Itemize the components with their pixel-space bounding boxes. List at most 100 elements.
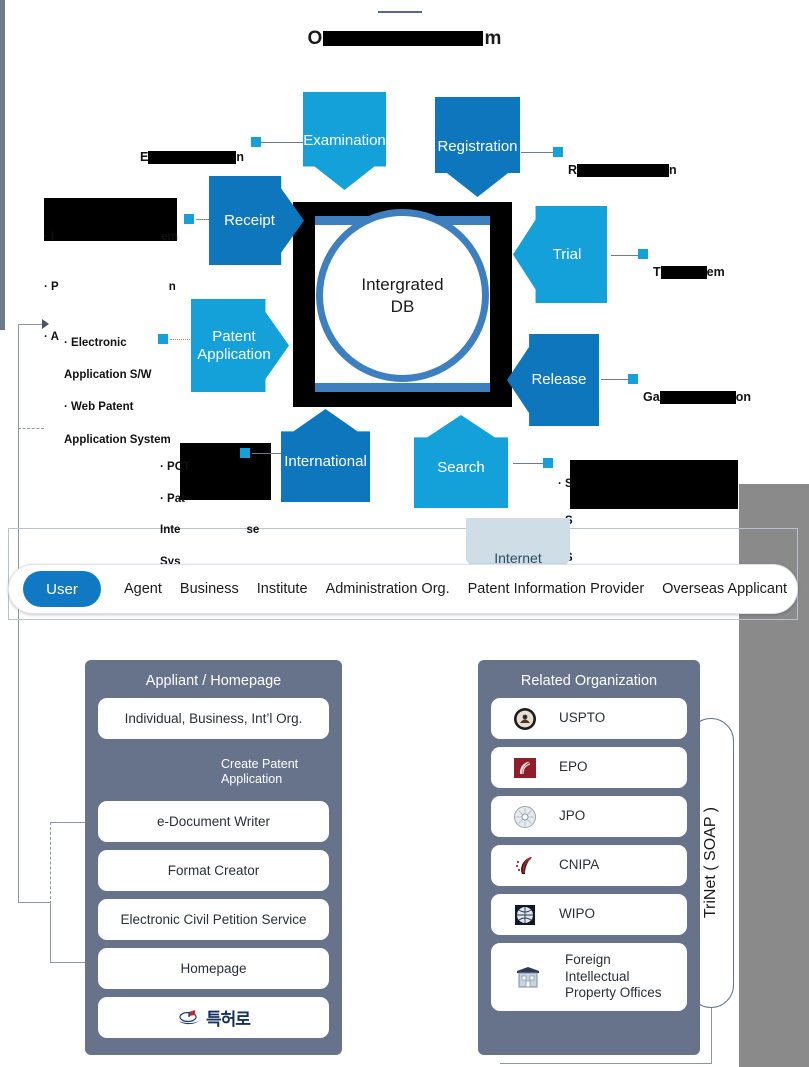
label-intl-line-1-prefix: · PCT xyxy=(160,460,191,473)
label-registration-prefix: R xyxy=(568,162,578,177)
bullet-square-examination xyxy=(251,137,261,147)
trinet-tail-vertical xyxy=(711,1008,712,1063)
bracket-arrow-line xyxy=(18,324,44,325)
label-search-redaction xyxy=(570,460,738,509)
epo-logo-icon xyxy=(513,756,537,780)
org-label-uspto: USPTO xyxy=(559,710,606,726)
label-trial: Tem xyxy=(653,247,725,280)
applicant-card-format-creator[interactable]: Format Creator xyxy=(98,850,329,891)
label-receipt-line-1: · I em xyxy=(44,213,178,246)
left-rail-dashed xyxy=(50,822,51,904)
user-item-patent-information-provider[interactable]: Patent Information Provider xyxy=(459,581,654,597)
label-pa-line-4: Application System xyxy=(64,433,171,446)
applicant-card-patentro-logo[interactable]: 특허로 xyxy=(98,997,329,1038)
trinet-label: TriNet ( SOAP ) xyxy=(702,807,719,919)
node-trial-label: Trial xyxy=(552,245,582,263)
page-title-redaction xyxy=(323,31,484,47)
node-international-label: International xyxy=(284,452,367,470)
bullet-square-patent-application xyxy=(158,334,168,344)
label-registration-redaction xyxy=(577,163,670,177)
org-card-wipo[interactable]: WIPO xyxy=(491,894,687,935)
left-rail-branch xyxy=(50,822,88,823)
node-release[interactable]: Release xyxy=(507,334,599,426)
jpo-logo-icon xyxy=(513,805,537,829)
node-search[interactable]: Search xyxy=(414,415,508,508)
patentro-logo-text: 특허로 xyxy=(206,1010,251,1029)
db-bottom-bar xyxy=(315,383,490,392)
node-examination[interactable]: Examination xyxy=(303,92,386,190)
user-item-administration-org[interactable]: Administration Org. xyxy=(317,581,459,597)
right-gray-block-lower xyxy=(739,859,809,1067)
label-examination-redaction xyxy=(148,150,237,164)
bullet-square-trial xyxy=(638,249,648,259)
bracket-vertical xyxy=(18,324,19,429)
connector-search xyxy=(513,463,546,464)
org-card-cnipa[interactable]: CNIPA xyxy=(491,845,687,886)
node-patent-application[interactable]: Patent Application xyxy=(191,299,289,392)
applicant-card-individual[interactable]: Individual, Business, Int’l Org. xyxy=(98,698,329,739)
bullet-square-receipt xyxy=(184,214,194,224)
user-pill[interactable]: User xyxy=(23,571,101,607)
org-label-cnipa: CNIPA xyxy=(559,857,600,873)
applicant-card-edocument-writer[interactable]: e-Document Writer xyxy=(98,801,329,842)
node-registration[interactable]: Registration xyxy=(435,97,520,197)
bullet-square-international xyxy=(240,448,250,458)
left-rail-drop-foot xyxy=(50,962,88,963)
left-rail-foot xyxy=(18,902,50,903)
user-item-agent[interactable]: Agent xyxy=(115,581,171,597)
label-receipt-line-2: · P n xyxy=(44,263,178,296)
wipo-globe-icon xyxy=(513,903,537,927)
label-intl-line-2: · Pat xyxy=(160,492,259,508)
label-release-suffix: on xyxy=(735,389,751,404)
org-card-uspto[interactable]: USPTO xyxy=(491,698,687,739)
connector-examination xyxy=(261,142,303,143)
integrated-db: Intergrated DB xyxy=(316,209,489,382)
label-receipt-line-1-suffix: em xyxy=(161,231,178,244)
node-international[interactable]: International xyxy=(281,409,370,502)
org-label-jpo: JPO xyxy=(559,808,586,824)
label-examination: En xyxy=(140,132,244,165)
org-card-epo[interactable]: EPO xyxy=(491,747,687,788)
label-pa-line-2: Application S/W xyxy=(64,369,152,382)
org-card-foreign-ip-offices[interactable]: Foreign Intellectual Property Offices xyxy=(491,943,687,1011)
label-receipt-line-1-prefix: · I xyxy=(44,231,55,244)
node-trial[interactable]: Trial xyxy=(513,206,607,303)
label-receipt-line-3-prefix: · A xyxy=(44,331,59,344)
label-intl-line-3-prefix: Inte xyxy=(160,524,181,537)
applicant-card-electronic-civil-petition-service[interactable]: Electronic Civil Petition Service xyxy=(98,899,329,940)
patentro-logo: 특허로 xyxy=(177,1005,251,1030)
label-release-redaction xyxy=(659,390,736,404)
label-trial-prefix: T xyxy=(653,264,661,279)
label-trial-suffix: em xyxy=(706,264,725,279)
bullet-square-release xyxy=(628,374,638,384)
trinet-tail-horizontal xyxy=(500,1063,712,1064)
label-examination-suffix: n xyxy=(236,149,244,164)
left-rail-vertical xyxy=(18,428,19,903)
bullet-square-search xyxy=(543,458,553,468)
user-item-institute[interactable]: Institute xyxy=(248,581,317,597)
integrated-db-label: Intergrated DB xyxy=(361,275,444,316)
label-intl-line-3: Inte se xyxy=(160,523,259,539)
node-receipt[interactable]: Receipt xyxy=(209,176,304,265)
connector-trial xyxy=(611,255,641,256)
left-rail-drop xyxy=(50,902,51,962)
user-item-business[interactable]: Business xyxy=(171,581,248,597)
node-registration-label: Registration xyxy=(437,138,518,156)
create-patent-arrow-label: Create Patent Application xyxy=(221,757,299,786)
label-intl-line-1: · PCT xyxy=(160,460,259,476)
page-title-suffix: m xyxy=(484,28,502,49)
label-intl-line-3-suffix: se xyxy=(246,524,260,537)
page-title: Om xyxy=(0,28,809,50)
user-item-overseas-applicant[interactable]: Overseas Applicant xyxy=(653,581,796,597)
applicant-card-homepage[interactable]: Homepage xyxy=(98,948,329,989)
user-pill-label: User xyxy=(46,580,78,598)
org-label-foreign-ip-offices: Foreign Intellectual Property Offices xyxy=(565,951,662,1001)
office-building-icon xyxy=(513,962,543,992)
node-receipt-label: Receipt xyxy=(224,211,275,229)
label-registration-suffix: n xyxy=(669,162,677,177)
user-bar: User Agent Business Institute Administra… xyxy=(8,564,798,614)
page-title-prefix: O xyxy=(307,28,323,49)
org-card-jpo[interactable]: JPO xyxy=(491,796,687,837)
bullet-square-registration xyxy=(553,147,563,157)
label-receipt-line-2-prefix: · P xyxy=(44,281,59,294)
